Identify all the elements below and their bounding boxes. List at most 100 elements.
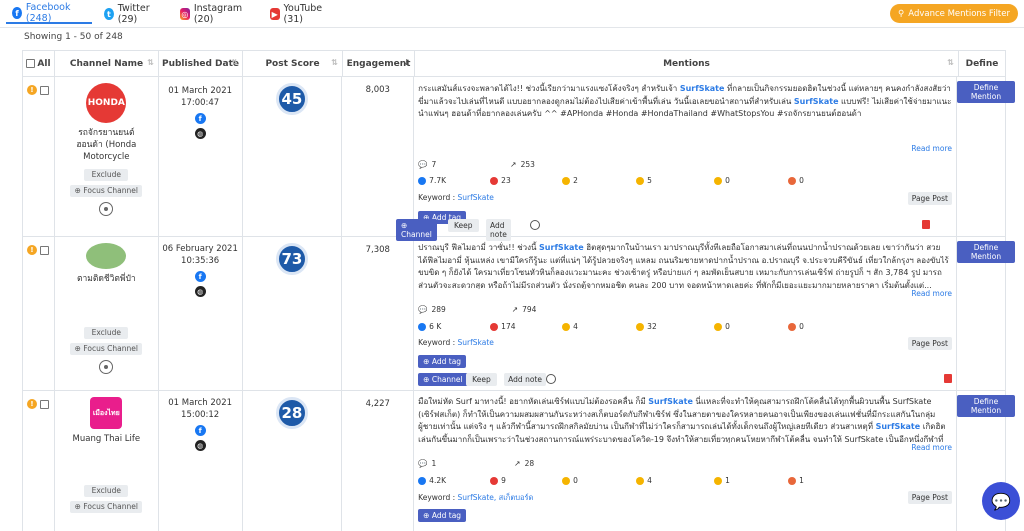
globe-icon[interactable]: ◍	[194, 286, 206, 297]
globe-icon[interactable]: ◍	[194, 128, 206, 139]
header-mentions[interactable]: Mentions ⇅	[415, 51, 959, 76]
publish-date: 01 March 2021	[168, 86, 233, 96]
define-mention-button[interactable]: Define Mention	[957, 241, 1015, 263]
sort-icon[interactable]: ⇅	[947, 58, 954, 67]
reaction-wow: 32	[636, 322, 657, 331]
channel-name[interactable]: ตามติดชีวิตพี่ป๋า	[55, 273, 158, 285]
add-tag-button[interactable]: ⊕ Add tag	[418, 355, 467, 368]
exclude-button[interactable]: Exclude	[84, 169, 129, 181]
trash-icon[interactable]	[922, 220, 930, 229]
tab-label: Facebook (248)	[25, 2, 71, 24]
channel-name[interactable]: รถจักรยานยนต์ ฮอนด้า (Honda Motorcycle	[55, 127, 158, 163]
post-score-badge: 73	[275, 243, 308, 275]
published-date-cell: 06 February 2021 10:35:36 f ◍	[159, 237, 243, 390]
eye-icon[interactable]	[99, 202, 114, 216]
keep-button[interactable]: Keep	[448, 219, 479, 232]
row-checkbox[interactable]	[40, 85, 49, 95]
channel-name[interactable]: Muang Thai Life	[55, 433, 158, 445]
trash-icon[interactable]	[944, 374, 952, 383]
channel-logo[interactable]: HONDA	[86, 83, 127, 123]
channel-label: Channel	[401, 230, 432, 239]
advance-mentions-filter-button[interactable]: ⚲ Advance Mentions Filter	[890, 4, 1018, 23]
header-define: Define	[959, 51, 1005, 76]
plus-icon: ⊕	[74, 344, 81, 353]
header-published-date[interactable]: Published Date ⇅	[159, 51, 243, 76]
facebook-icon[interactable]: f	[194, 271, 206, 282]
row-checkbox[interactable]	[40, 245, 49, 255]
tab-facebook[interactable]: f Facebook (248)	[6, 2, 92, 24]
eye-icon[interactable]	[546, 374, 557, 384]
header-engagement[interactable]: Engagement ⇃	[343, 51, 415, 76]
channel-logo[interactable]	[86, 243, 127, 269]
define-cell: Define Mention	[957, 237, 1015, 390]
reaction-sad: 0	[714, 322, 730, 331]
add-note-button[interactable]: Add note	[486, 219, 511, 241]
channel-logo[interactable]: เมืองไทย	[90, 397, 123, 429]
tab-instagram[interactable]: ◎ Instagram (20)	[174, 3, 258, 25]
channel-cell: HONDA รถจักรยานยนต์ ฮอนด้า (Honda Motorc…	[55, 77, 159, 236]
reaction-haha: 4	[562, 322, 578, 331]
tab-youtube[interactable]: ▶ YouTube (31)	[264, 3, 338, 25]
focus-channel-button[interactable]: ⊕ Focus Channel	[70, 185, 143, 197]
publish-time: 10:35:36	[181, 256, 220, 266]
mention-text: มือใหม่หัด Surf มาทางนี้! อยากหัดเล่นเซิ…	[414, 391, 956, 443]
define-mention-button[interactable]: Define Mention	[957, 81, 1015, 103]
reaction-count: 6 K	[429, 322, 442, 331]
reaction-angry: 0	[788, 322, 804, 331]
info-icon[interactable]: !	[27, 399, 37, 409]
published-date-cell: 01 March 2021 17:00:47 f ◍	[159, 77, 243, 236]
read-more-link[interactable]: Read more	[911, 443, 952, 452]
header-label: Channel Name	[69, 58, 144, 69]
like-icon	[418, 476, 427, 485]
header-label: Define	[965, 58, 999, 69]
sort-icon[interactable]: ⇅	[331, 58, 338, 67]
angry-icon	[788, 176, 797, 185]
info-icon[interactable]: !	[27, 85, 37, 95]
share-icon: ↗	[510, 160, 517, 169]
header-channel-name[interactable]: Channel Name ⇅	[55, 51, 159, 76]
channel-button[interactable]: ⊕ Channel	[396, 219, 437, 241]
mention-text: กระแสมันส์แรงจะพลาดได้ไง!! ช่วงนี้เรียกว…	[414, 77, 956, 127]
engagement-cell: 4,227	[342, 391, 415, 531]
facebook-icon[interactable]: f	[194, 425, 206, 436]
read-more-link[interactable]: Read more	[911, 289, 952, 298]
chat-support-button[interactable]: 💬	[982, 482, 1020, 520]
mention-text-part: กระแสมันส์แรงจะพลาดได้ไง!! ช่วงนี้เรียกว…	[418, 84, 680, 93]
share-count: 253	[520, 160, 535, 169]
globe-icon[interactable]: ◍	[194, 440, 206, 451]
reaction-sad: 1	[714, 476, 730, 485]
tab-twitter[interactable]: t Twitter (29)	[98, 3, 168, 25]
focus-channel-button[interactable]: ⊕ Focus Channel	[70, 343, 143, 355]
info-icon[interactable]: !	[27, 245, 37, 255]
select-all-checkbox[interactable]	[26, 59, 36, 68]
reaction-count: 4	[573, 322, 578, 331]
eye-icon[interactable]	[99, 360, 114, 374]
row-select-cell: !	[23, 391, 55, 531]
sort-icon[interactable]: ⇅	[147, 58, 154, 67]
define-mention-button[interactable]: Define Mention	[957, 395, 1015, 417]
facebook-icon[interactable]: f	[194, 113, 206, 124]
sort-icon[interactable]: ⇅	[231, 58, 238, 67]
row-checkbox[interactable]	[40, 399, 49, 409]
header-post-score[interactable]: Post Score ⇅	[243, 51, 343, 76]
comment-count: 7	[431, 160, 437, 169]
reaction-count: 0	[799, 322, 804, 331]
post-score-cell: 73	[243, 237, 343, 390]
read-more-link[interactable]: Read more	[911, 144, 952, 153]
wow-icon	[636, 322, 645, 331]
add-tag-button[interactable]: ⊕ Add tag	[418, 509, 467, 522]
focus-channel-button[interactable]: ⊕ Focus Channel	[70, 501, 143, 513]
add-note-button[interactable]: Add note	[504, 373, 546, 386]
exclude-button[interactable]: Exclude	[84, 485, 129, 497]
add-tag-label: Add tag	[431, 357, 462, 366]
channel-name-line: รถจักรยานยนต์	[78, 128, 135, 138]
channel-button[interactable]: ⊕ Channel	[418, 373, 468, 386]
comment-count: 289	[431, 305, 446, 314]
exclude-button[interactable]: Exclude	[84, 327, 129, 339]
header-label: Post Score	[265, 58, 320, 69]
keyword-highlight: SurfSkate	[793, 96, 839, 106]
sort-desc-icon[interactable]: ⇃	[403, 58, 410, 67]
keep-button[interactable]: Keep	[466, 373, 497, 386]
eye-icon[interactable]	[530, 220, 540, 230]
keyword-value: SurfSkate, สเก็ตบอร์ด	[457, 493, 534, 502]
